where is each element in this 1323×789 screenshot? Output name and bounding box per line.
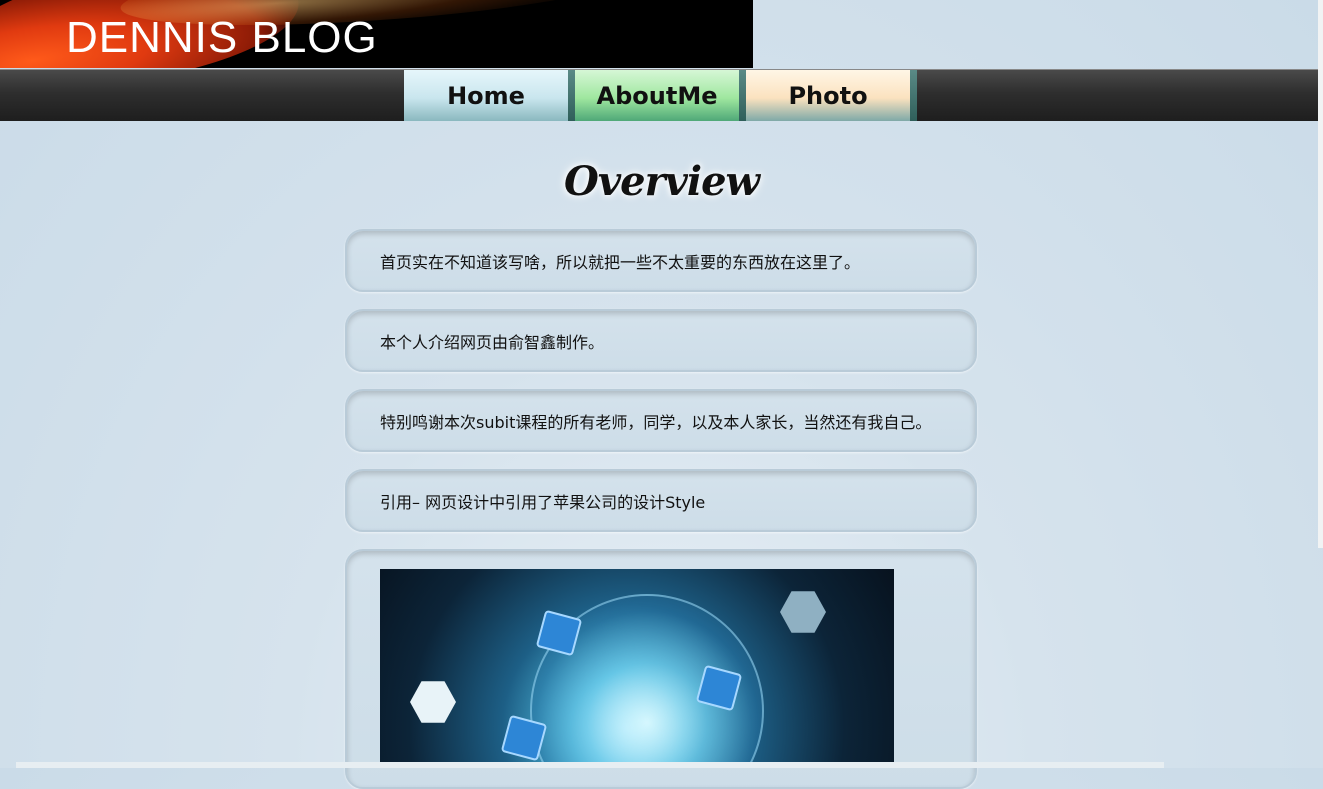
nav-separator	[568, 70, 575, 121]
nav-separator	[910, 70, 917, 121]
card-text: 引用– 网页设计中引用了苹果公司的设计Style	[380, 492, 706, 512]
hexagon-shape	[410, 681, 456, 723]
card-text: 特别鸣谢本次subit课程的所有老师，同学，以及本人家长，当然还有我自己。	[380, 412, 932, 432]
vertical-scrollbar[interactable]	[1318, 0, 1323, 548]
card-text: 本个人介绍网页由俞智鑫制作。	[380, 332, 605, 352]
overview-card: 特别鸣谢本次subit课程的所有老师，同学，以及本人家长，当然还有我自己。	[345, 389, 977, 452]
overview-card: 首页实在不知道该写啥，所以就把一些不太重要的东西放在这里了。	[345, 229, 977, 292]
nav-home-button[interactable]: Home	[404, 70, 568, 121]
header-banner: DENNIS BLOG	[0, 0, 753, 68]
overview-card: 本个人介绍网页由俞智鑫制作。	[345, 309, 977, 372]
nav-photo-button[interactable]: Photo	[746, 70, 910, 121]
network-globe-image	[380, 569, 894, 768]
hexagon-shape	[780, 591, 826, 633]
nav-separator	[739, 70, 746, 121]
horizontal-scrollbar[interactable]	[16, 762, 1164, 768]
nav-aboutme-button[interactable]: AboutMe	[575, 70, 739, 121]
card-text: 首页实在不知道该写啥，所以就把一些不太重要的东西放在这里了。	[380, 252, 861, 272]
site-title: DENNIS BLOG	[66, 13, 378, 62]
page-title: Overview	[564, 158, 760, 205]
nav-bar: Home AboutMe Photo	[0, 69, 1323, 121]
overview-card: 引用– 网页设计中引用了苹果公司的设计Style	[345, 469, 977, 532]
